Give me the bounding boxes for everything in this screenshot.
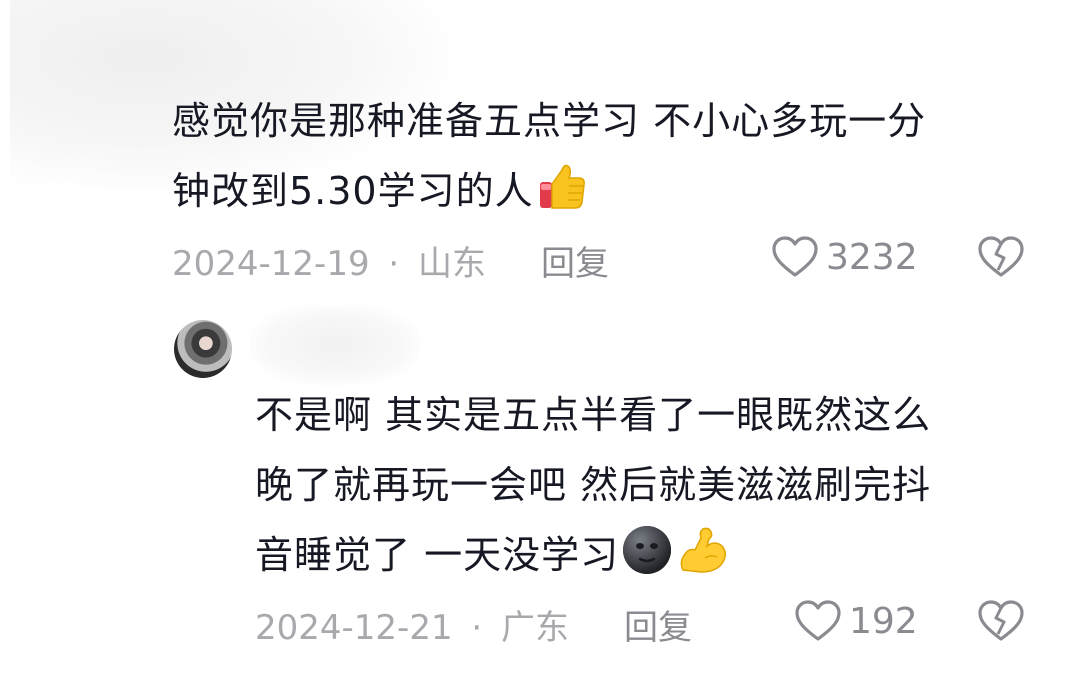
comment-date: 2024-12-19 (172, 244, 370, 284)
blurred-username (250, 305, 420, 385)
reply-button[interactable]: 回复 (541, 236, 609, 285)
heart-outline-icon (795, 600, 841, 642)
heart-outline-icon (772, 236, 818, 278)
avatar[interactable] (174, 320, 232, 378)
like-button[interactable]: 192 (795, 600, 918, 642)
broken-heart-icon[interactable] (978, 600, 1024, 642)
like-count: 192 (849, 600, 918, 642)
comment-text: 不是啊 其实是五点半看了一眼既然这么 晚了就再玩一会吧 然后就美滋滋刷完抖 音睡… (255, 380, 1015, 598)
broken-heart-icon[interactable] (978, 236, 1024, 278)
new-moon-face-icon (621, 524, 673, 598)
like-button[interactable]: 3232 (772, 236, 918, 278)
like-count: 3232 (826, 236, 918, 278)
comment-line: 不是啊 其实是五点半看了一眼既然这么 (255, 393, 932, 437)
comment-line-with-emoji: 音睡觉了 一天没学习 (255, 520, 1015, 598)
comment-line: 钟改到5.30学习的人 (172, 169, 534, 213)
comment-line-with-emoji: 钟改到5.30学习的人 (172, 156, 1012, 234)
comment-date: 2024-12-21 (255, 608, 453, 648)
comment-text: 感觉你是那种准备五点学习 不小心多玩一分 钟改到5.30学习的人 (172, 86, 1012, 234)
comment-thread: 感觉你是那种准备五点学习 不小心多玩一分 钟改到5.30学习的人 2024-12… (0, 0, 1080, 681)
flexed-biceps-icon (675, 524, 729, 598)
reply-button[interactable]: 回复 (624, 600, 692, 649)
thumbs-up-icon (536, 160, 588, 234)
comment-location: 广东 (501, 608, 570, 648)
comment-line: 音睡觉了 一天没学习 (255, 533, 620, 577)
meta-separator: · (471, 608, 483, 648)
comment-line: 晚了就再玩一会吧 然后就美滋滋刷完抖 (255, 463, 932, 507)
meta-separator: · (388, 244, 400, 284)
comment-line: 感觉你是那种准备五点学习 不小心多玩一分 (172, 99, 927, 143)
comment-meta: 2024-12-21 · 广东 (255, 600, 569, 649)
comment-location: 山东 (418, 244, 487, 284)
comment-meta: 2024-12-19 · 山东 (172, 236, 486, 285)
